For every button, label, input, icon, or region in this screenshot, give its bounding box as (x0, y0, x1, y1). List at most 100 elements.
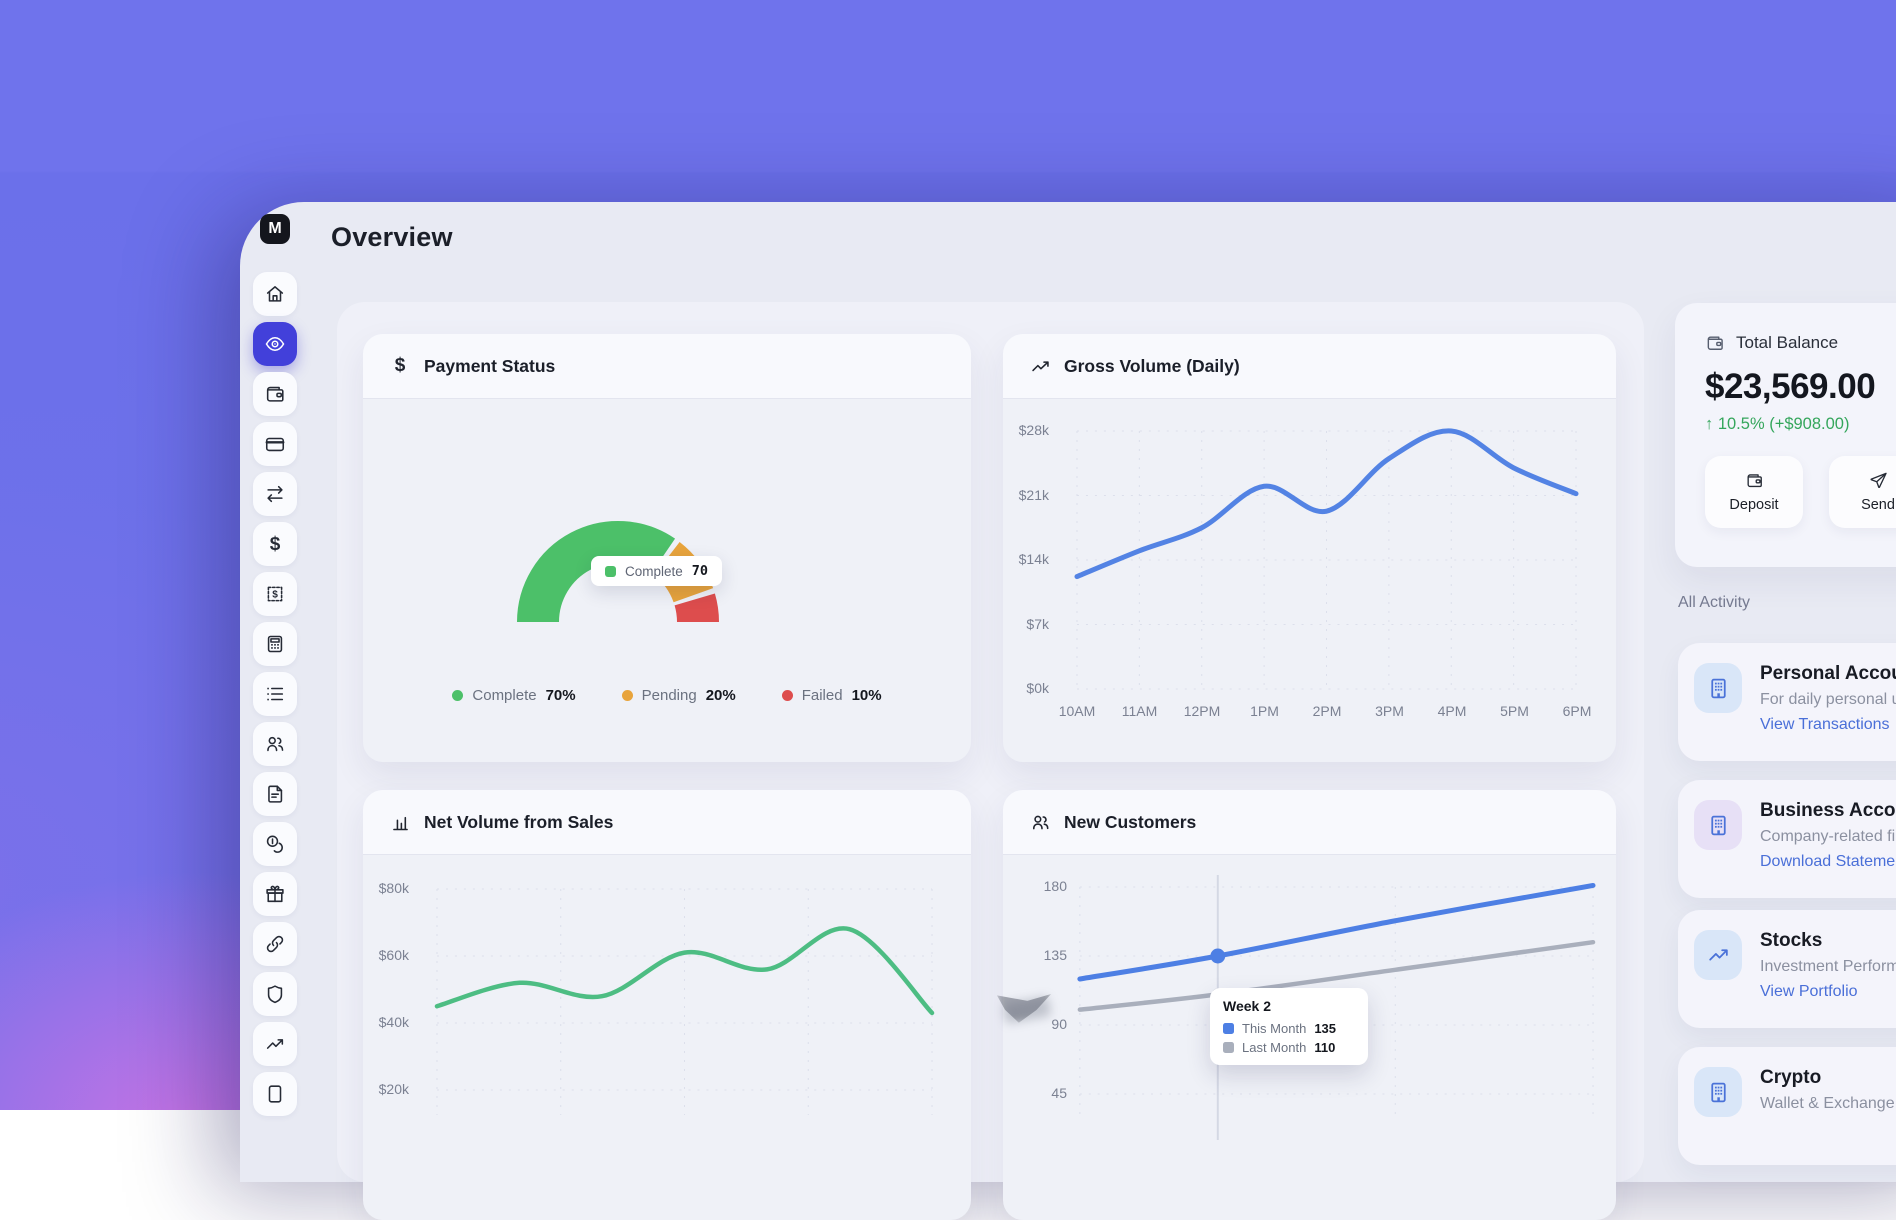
sidebar-item-cards[interactable] (253, 422, 297, 466)
legend-item-complete: Complete70% (452, 687, 575, 704)
legend-item-failed: Failed10% (782, 687, 882, 704)
y-tick: $28k (1003, 422, 1049, 438)
y-tick: $21k (1003, 487, 1049, 503)
home-icon (264, 283, 286, 305)
tooltip-row: This Month135 (1223, 1021, 1355, 1036)
send-plane-icon (1869, 471, 1888, 490)
y-tick: $40k (363, 1014, 409, 1030)
trending-up-icon (264, 1033, 286, 1055)
net-volume-header: Net Volume from Sales (363, 790, 971, 855)
legend-dot (782, 690, 793, 701)
net-volume-body: $80k $60k $40k $20k (363, 855, 971, 1220)
y-tick: $0k (1003, 680, 1049, 696)
app-logo[interactable]: M (260, 214, 290, 244)
balance-label-row: Total Balance (1705, 333, 1896, 353)
x-tick: 1PM (1242, 703, 1288, 719)
sidebar-item-security[interactable] (253, 972, 297, 1016)
file-text-icon (264, 783, 286, 805)
coins-icon (264, 833, 286, 855)
sidebar-item-customers[interactable] (253, 722, 297, 766)
list-icon (264, 683, 286, 705)
send-button[interactable]: Send (1829, 456, 1896, 528)
legend-item-pending: Pending20% (622, 687, 736, 704)
gross-volume-card: Gross Volume (Daily) $28k $21k $14k $7k … (1003, 334, 1616, 762)
app-logo-letter: M (268, 220, 281, 238)
credit-card-icon (264, 433, 286, 455)
legend-dot (452, 690, 463, 701)
building-icon (1694, 663, 1742, 713)
all-activity-heading: All Activity (1678, 594, 1750, 612)
gross-volume-body: $28k $21k $14k $7k $0k 10AM 11AM 12PM 1P… (1003, 399, 1616, 762)
page-title: Overview (331, 222, 453, 253)
wallet-icon (1745, 471, 1764, 490)
balance-change: ↑ 10.5% (+$908.00) (1705, 415, 1896, 434)
users-icon (1029, 811, 1051, 833)
download-statements-link[interactable]: Download Statements (1760, 853, 1896, 871)
y-tick: 135 (1011, 947, 1067, 963)
gauge-tooltip: Complete 70 (591, 556, 722, 586)
activity-item-text: Business Account Company-related finance… (1760, 800, 1896, 898)
transfer-arrows-icon (264, 483, 286, 505)
gross-volume-header: Gross Volume (Daily) (1003, 334, 1616, 399)
activity-item-text: Personal Account For daily personal use … (1760, 663, 1896, 761)
calculator-icon (264, 633, 286, 655)
y-tick: $20k (363, 1081, 409, 1097)
card-title: Payment Status (424, 356, 555, 377)
card-title: Net Volume from Sales (424, 812, 613, 833)
x-tick: 3PM (1367, 703, 1413, 719)
tooltip-title: Week 2 (1223, 998, 1355, 1014)
new-customers-header: New Customers (1003, 790, 1616, 855)
sidebar-item-home[interactable] (253, 272, 297, 316)
view-transactions-link[interactable]: View Transactions (1760, 716, 1896, 734)
gift-icon (264, 883, 286, 905)
activity-item-personal-account[interactable]: Personal Account For daily personal use … (1678, 643, 1896, 761)
balance-label: Total Balance (1736, 333, 1838, 353)
total-balance-card: Total Balance $23,569.00 ↑ 10.5% (+$908.… (1675, 303, 1896, 567)
x-tick: 12PM (1179, 703, 1225, 719)
sidebar-item-invoices[interactable]: $ (253, 572, 297, 616)
x-tick: 10AM (1054, 703, 1100, 719)
new-customers-card: New Customers 180 135 90 45 Week 2 This … (1003, 790, 1616, 1220)
dollar-icon: $ (389, 355, 411, 377)
sidebar-item-history[interactable] (253, 822, 297, 866)
sidebar-item-transfers[interactable] (253, 472, 297, 516)
device-icon (264, 1083, 286, 1105)
y-tick: $7k (1003, 616, 1049, 632)
receipt-dollar-icon: $ (264, 583, 286, 605)
y-tick: 180 (1011, 878, 1067, 894)
sidebar-nav: $ $ (253, 272, 297, 1116)
gauge-legend: Complete70% Pending20% Failed10% (363, 687, 971, 704)
activity-item-crypto[interactable]: Crypto Wallet & Exchange (1678, 1047, 1896, 1165)
gross-volume-chart (1067, 419, 1586, 709)
sidebar-item-transactions[interactable] (253, 672, 297, 716)
sidebar-item-analytics[interactable] (253, 1022, 297, 1066)
sidebar-item-overview[interactable] (253, 322, 297, 366)
sidebar-item-links[interactable] (253, 922, 297, 966)
sidebar-item-rewards[interactable] (253, 872, 297, 916)
payment-gauge-chart (463, 454, 773, 644)
legend-dot (622, 690, 633, 701)
sidebar-item-wallet[interactable] (253, 372, 297, 416)
payment-status-card: $ Payment Status Complete 70 Complete70%… (363, 334, 971, 762)
new-customers-body: 180 135 90 45 Week 2 This Month135 Last … (1003, 855, 1616, 1220)
sidebar-item-devices[interactable] (253, 1072, 297, 1116)
chart-tooltip: Week 2 This Month135 Last Month110 (1210, 988, 1368, 1065)
x-axis-labels: 10AM 11AM 12PM 1PM 2PM 3PM 4PM 5PM 6PM (1054, 703, 1600, 719)
deposit-button[interactable]: Deposit (1705, 456, 1803, 528)
shield-icon (264, 983, 286, 1005)
activity-item-text: Stocks Investment Performance View Portf… (1760, 930, 1896, 1028)
activity-item-business-account[interactable]: Business Account Company-related finance… (1678, 780, 1896, 898)
tooltip-row: Last Month110 (1223, 1040, 1355, 1055)
card-title: Gross Volume (Daily) (1064, 356, 1240, 377)
x-tick: 6PM (1554, 703, 1600, 719)
trending-up-icon (1029, 355, 1051, 377)
users-icon (264, 733, 286, 755)
sidebar-item-calculator[interactable] (253, 622, 297, 666)
this-month-swatch (1223, 1023, 1234, 1034)
balance-actions: Deposit Send (1705, 456, 1896, 528)
sidebar-item-documents[interactable] (253, 772, 297, 816)
activity-item-stocks[interactable]: Stocks Investment Performance View Portf… (1678, 910, 1896, 1028)
view-portfolio-link[interactable]: View Portfolio (1760, 983, 1896, 1001)
net-volume-chart (427, 875, 946, 1125)
sidebar-item-payments[interactable]: $ (253, 522, 297, 566)
